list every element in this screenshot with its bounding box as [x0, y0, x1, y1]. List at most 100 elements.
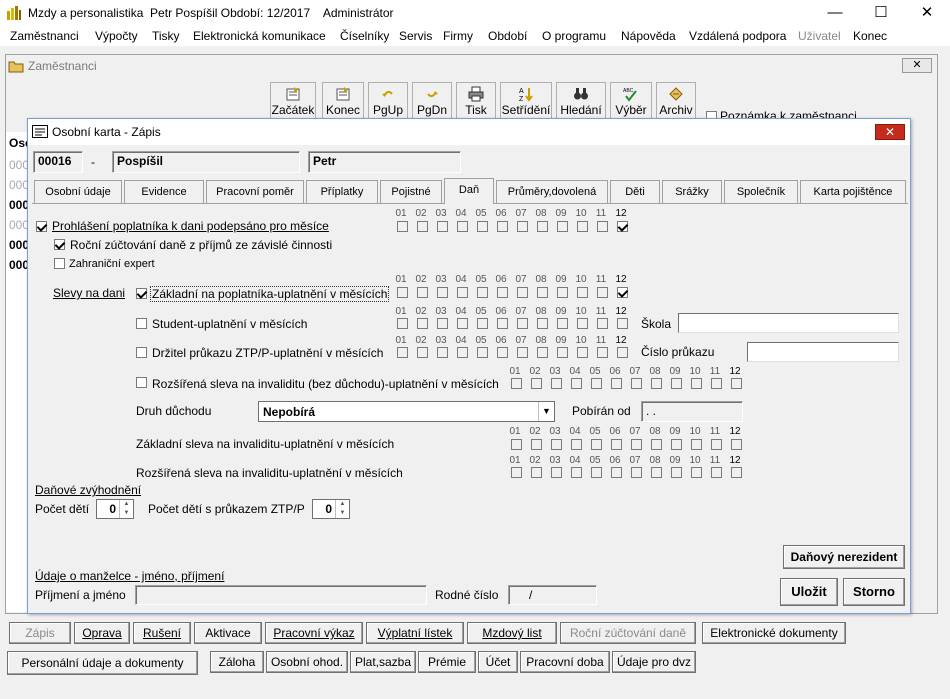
cislo-prukazu-input[interactable]	[747, 342, 899, 362]
rozs-invalid-month-checkbox[interactable]	[631, 467, 642, 478]
rozs-invalid-month-checkbox[interactable]	[731, 467, 742, 478]
rozsirena-bez-month-checkbox[interactable]	[651, 378, 662, 389]
tab-dan[interactable]: Daň	[444, 178, 494, 204]
zakl-invalid-month-checkbox[interactable]	[511, 439, 522, 450]
ztp-checkbox[interactable]	[136, 347, 147, 358]
toolbar-setrideni-button[interactable]: A Z Setřídění	[500, 82, 552, 120]
menu-vypocty[interactable]: Výpočty	[95, 29, 138, 43]
tab-srazky[interactable]: Srážky	[662, 180, 722, 203]
tab-prumery-dovolena[interactable]: Průměry,dovolená	[496, 180, 608, 203]
rozsirena-bez-month-checkbox[interactable]	[691, 378, 702, 389]
ztp-month-checkbox[interactable]	[397, 347, 408, 358]
student-month-checkbox[interactable]	[577, 318, 588, 329]
menu-tisky[interactable]: Tisky	[152, 29, 180, 43]
zakladni-month-checkbox[interactable]	[417, 287, 428, 298]
zakl-invalid-month-checkbox[interactable]	[591, 439, 602, 450]
danovy-nerezident-button[interactable]: Daňový nerezident	[783, 545, 905, 569]
rozsirena-bez-month-checkbox[interactable]	[591, 378, 602, 389]
menu-vzdalena-podpora[interactable]: Vzdálená podpora	[689, 29, 786, 43]
tab-karta-pojistence[interactable]: Karta pojištěnce	[800, 180, 906, 203]
cancel-button[interactable]: Storno	[843, 578, 905, 606]
ztp-month-checkbox[interactable]	[457, 347, 468, 358]
pracovni-doba-button[interactable]: Pracovní doba	[520, 651, 610, 673]
menu-konec[interactable]: Konec	[853, 29, 887, 43]
toolbar-pgdn-button[interactable]: PgDn	[412, 82, 452, 120]
dropdown-arrow-icon[interactable]: ▼	[538, 402, 554, 421]
zakladni-month-checkbox[interactable]	[617, 287, 628, 298]
student-month-checkbox[interactable]	[457, 318, 468, 329]
student-checkbox[interactable]	[136, 318, 147, 329]
prohlaseni-month-checkbox[interactable]	[397, 221, 408, 232]
rozsirena-bez-month-checkbox[interactable]	[551, 378, 562, 389]
ucet-button[interactable]: Účet	[478, 651, 518, 673]
student-month-checkbox[interactable]	[517, 318, 528, 329]
personalni-udaje-button[interactable]: Personální údaje a dokumenty	[7, 651, 198, 675]
toolbar-vyber-button[interactable]: ABC Výběr	[610, 82, 652, 120]
rozsirena-bez-month-checkbox[interactable]	[531, 378, 542, 389]
prohlaseni-month-checkbox[interactable]	[477, 221, 488, 232]
plat-sazba-button[interactable]: Plat,sazba	[350, 651, 416, 673]
zakladni-month-checkbox[interactable]	[477, 287, 488, 298]
prohlaseni-month-checkbox[interactable]	[557, 221, 568, 232]
zakladni-month-checkbox[interactable]	[597, 287, 608, 298]
zakl-invalid-month-checkbox[interactable]	[531, 439, 542, 450]
toolbar-zacatek-button[interactable]: Začátek	[270, 82, 316, 120]
skola-input[interactable]	[678, 313, 899, 333]
prohlaseni-month-checkbox[interactable]	[617, 221, 628, 232]
zakl-invalid-month-checkbox[interactable]	[571, 439, 582, 450]
rozs-invalid-month-checkbox[interactable]	[591, 467, 602, 478]
student-month-checkbox[interactable]	[617, 318, 628, 329]
toolbar-tisk-button[interactable]: Tisk	[456, 82, 496, 120]
zakladni-month-checkbox[interactable]	[497, 287, 508, 298]
vyplatni-listek-button[interactable]: Výplatní lístek	[366, 622, 464, 644]
minimize-button[interactable]: —	[812, 0, 858, 26]
close-button[interactable]: ✕	[904, 0, 950, 26]
zakl-invalid-month-checkbox[interactable]	[631, 439, 642, 450]
menu-firmy[interactable]: Firmy	[443, 29, 473, 43]
prohlaseni-month-checkbox[interactable]	[517, 221, 528, 232]
rozs-invalid-month-checkbox[interactable]	[671, 467, 682, 478]
menu-o-programu[interactable]: O programu	[542, 29, 606, 43]
prohlaseni-month-checkbox[interactable]	[597, 221, 608, 232]
rozsirena-bez-duchodu-checkbox[interactable]	[136, 377, 147, 388]
ztp-month-checkbox[interactable]	[577, 347, 588, 358]
tab-spolecnik[interactable]: Společník	[724, 180, 798, 203]
rozs-invalid-month-checkbox[interactable]	[571, 467, 582, 478]
student-month-checkbox[interactable]	[477, 318, 488, 329]
save-button[interactable]: Uložit	[780, 578, 838, 606]
student-month-checkbox[interactable]	[397, 318, 408, 329]
druh-duchodu-select[interactable]: Nepobírá ▼	[258, 401, 555, 422]
pracovni-vykaz-button[interactable]: Pracovní výkaz	[265, 622, 363, 644]
ztp-month-checkbox[interactable]	[597, 347, 608, 358]
prohlaseni-checkbox[interactable]	[36, 221, 47, 232]
prohlaseni-month-checkbox[interactable]	[437, 221, 448, 232]
oprava-button[interactable]: Oprava	[74, 622, 130, 644]
prohlaseni-month-checkbox[interactable]	[457, 221, 468, 232]
employees-window-close-button[interactable]: ✕	[902, 58, 932, 73]
premie-button[interactable]: Prémie	[418, 651, 476, 673]
zakladni-month-checkbox[interactable]	[557, 287, 568, 298]
menu-zamestnanci[interactable]: Zaměstnanci	[10, 29, 79, 43]
student-month-checkbox[interactable]	[437, 318, 448, 329]
zaloha-button[interactable]: Záloha	[210, 651, 264, 673]
prohlaseni-month-checkbox[interactable]	[577, 221, 588, 232]
ruseni-button[interactable]: Rušení	[133, 622, 191, 644]
rozsirena-bez-month-checkbox[interactable]	[631, 378, 642, 389]
rozsirena-bez-month-checkbox[interactable]	[571, 378, 582, 389]
student-month-checkbox[interactable]	[557, 318, 568, 329]
rocni-zuctovani-checkbox[interactable]	[54, 239, 65, 250]
rozs-invalid-month-checkbox[interactable]	[691, 467, 702, 478]
rozs-invalid-month-checkbox[interactable]	[651, 467, 662, 478]
zakladni-month-checkbox[interactable]	[457, 287, 468, 298]
student-month-checkbox[interactable]	[537, 318, 548, 329]
zakl-invalid-month-checkbox[interactable]	[611, 439, 622, 450]
osobni-ohodnoceni-button[interactable]: Osobní ohod.	[266, 651, 348, 673]
rozs-invalid-month-checkbox[interactable]	[511, 467, 522, 478]
zakl-invalid-month-checkbox[interactable]	[551, 439, 562, 450]
ztp-month-checkbox[interactable]	[437, 347, 448, 358]
zakladni-month-checkbox[interactable]	[517, 287, 528, 298]
ztp-month-checkbox[interactable]	[417, 347, 428, 358]
tab-pojistne[interactable]: Pojistné	[380, 180, 442, 203]
zakl-invalid-month-checkbox[interactable]	[711, 439, 722, 450]
tab-pracovni-pomer[interactable]: Pracovní poměr	[206, 180, 304, 203]
